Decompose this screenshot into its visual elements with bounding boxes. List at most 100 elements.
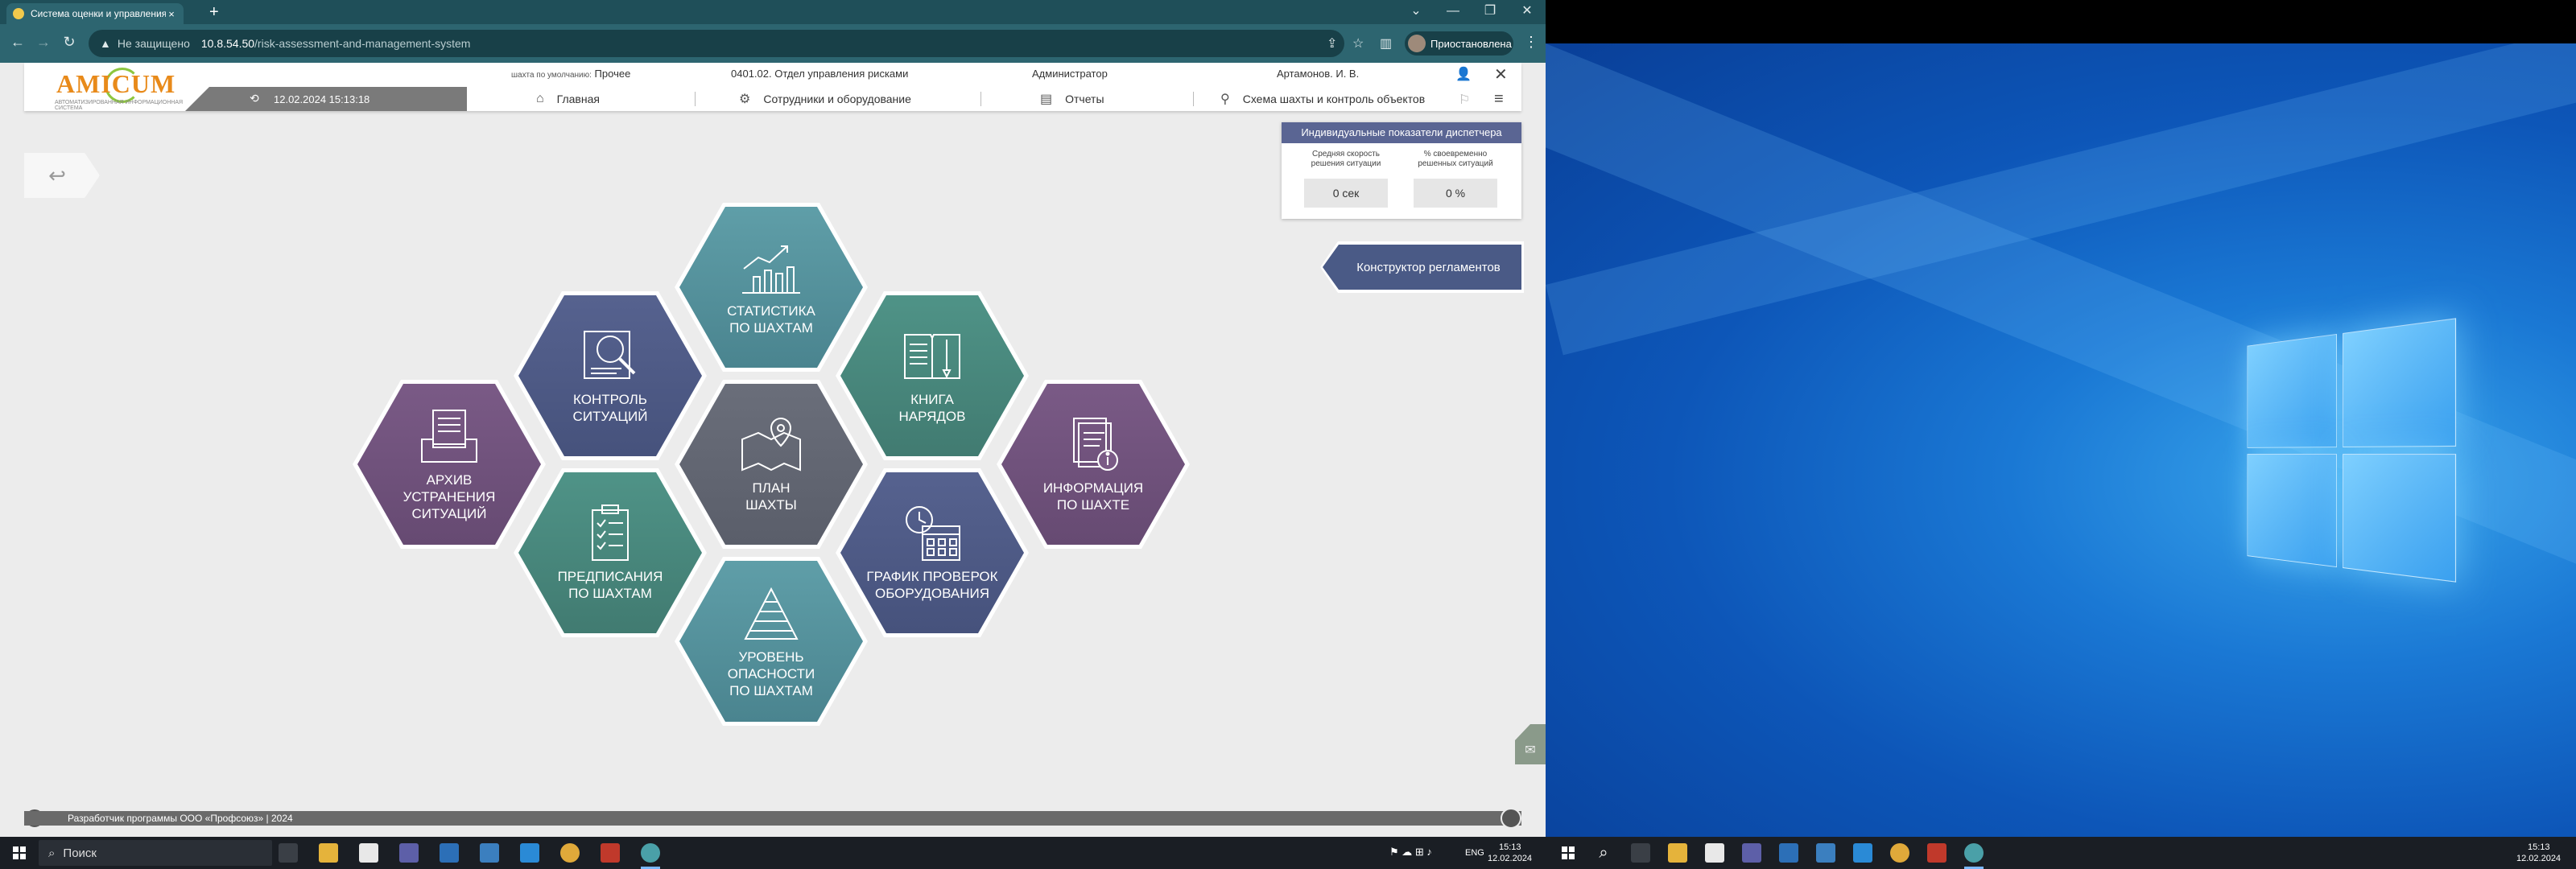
- tab-title: Система оценки и управления: [31, 8, 166, 19]
- hex-plan[interactable]: ПЛАН ШАХТЫ: [675, 380, 868, 549]
- hex-book[interactable]: КНИГА НАРЯДОВ: [836, 291, 1029, 460]
- magnifier-document-icon: [584, 331, 636, 379]
- url-host: 10.8.54.50: [200, 37, 255, 50]
- menu-reports[interactable]: ▤ Отчеты: [1040, 87, 1104, 111]
- clock-time[interactable]: 15:13: [1499, 842, 1521, 853]
- hex-archive[interactable]: АРХИВ УСТРАНЕНИЯ СИТУАЦИЙ: [353, 380, 546, 549]
- save-app-icon[interactable]: [399, 843, 419, 863]
- avg-speed-value: 0 сек: [1304, 179, 1388, 208]
- tab-close-icon[interactable]: ×: [166, 8, 177, 20]
- new-tab-button[interactable]: +: [209, 4, 219, 20]
- notepad-icon[interactable]: [1705, 843, 1724, 863]
- person-pin-icon: ⚲: [1220, 93, 1230, 106]
- app-icon[interactable]: [440, 843, 459, 863]
- search-icon[interactable]: ⌕: [1594, 843, 1613, 863]
- hex-archive-label: АРХИВ УСТРАНЕНИЯ СИТУАЦИЙ: [402, 472, 496, 521]
- desktop-wallpaper: [1546, 43, 2576, 837]
- datetime-bar: ⟲ 12.02.2024 15:13:18: [185, 87, 467, 111]
- back-button[interactable]: ↩: [24, 153, 100, 198]
- notepad-icon[interactable]: [359, 843, 378, 863]
- chrome-active-icon[interactable]: [1964, 843, 1984, 863]
- forward-arrow-icon[interactable]: →: [34, 34, 53, 51]
- vscode-icon[interactable]: [1853, 843, 1872, 863]
- app-icon[interactable]: [1816, 843, 1835, 863]
- hex-statistics[interactable]: СТАТИСТИКА ПО ШАХТАМ: [675, 203, 868, 372]
- hex-schedule-label: ГРАФИК ПРОВЕРОК ОБОРУДОВАНИЯ: [866, 569, 998, 601]
- constructor-button[interactable]: Конструктор регламентов: [1323, 245, 1521, 290]
- app-icon[interactable]: [1779, 843, 1798, 863]
- menu-employees[interactable]: ⚙ Сотрудники и оборудование: [739, 87, 911, 111]
- divider: [980, 92, 981, 106]
- divider: [695, 92, 696, 106]
- hex-danger[interactable]: УРОВЕНЬ ОПАСНОСТИ ПО ШАХТАМ: [675, 557, 868, 726]
- sidepanel-icon[interactable]: ▥: [1380, 35, 1392, 51]
- clock-date[interactable]: 12.02.2024: [2516, 853, 2561, 864]
- language-indicator[interactable]: ENG: [1465, 847, 1484, 859]
- file-explorer-icon[interactable]: [319, 843, 338, 863]
- menu-home-label: Главная: [556, 93, 600, 105]
- user-icon[interactable]: 👤: [1455, 66, 1472, 82]
- app-icon[interactable]: [601, 843, 620, 863]
- vscode-icon[interactable]: [520, 843, 539, 863]
- menu-scheme[interactable]: ⚲ Схема шахты и контроль объектов: [1220, 87, 1425, 111]
- url-bar[interactable]: ▲ Не защищено 10.8.54.50/risk-assessment…: [89, 30, 1344, 57]
- hex-plan-label: ПЛАН ШАХТЫ: [745, 480, 797, 513]
- browser-menu-icon[interactable]: ⋮: [1524, 34, 1538, 51]
- pin-icon[interactable]: ⚐: [1459, 92, 1470, 108]
- security-label: Не защищено: [117, 37, 190, 50]
- chrome-icon[interactable]: [1890, 843, 1909, 863]
- clock-date[interactable]: 12.02.2024: [1488, 853, 1532, 864]
- logo-text: AMICUM: [56, 69, 176, 98]
- hex-control[interactable]: КОНТРОЛЬ СИТУАЦИЙ: [514, 291, 707, 460]
- logo[interactable]: AMICUM АВТОМАТИЗИРОВАННАЯ ИНФОРМАЦИОННАЯ…: [24, 63, 209, 111]
- browser-tab[interactable]: Система оценки и управления ×: [6, 3, 184, 24]
- hex-statistics-label: СТАТИСТИКА ПО ШАХТАМ: [727, 303, 815, 336]
- menu-home[interactable]: ⌂ Главная: [536, 87, 600, 111]
- default-mine-value: Прочее: [594, 68, 631, 80]
- app-icon[interactable]: [1927, 843, 1946, 863]
- avatar: [1408, 35, 1426, 52]
- windows-logo: [2247, 317, 2463, 591]
- default-mine[interactable]: шахта по умолчанию: Прочее: [511, 68, 630, 80]
- taskbar-search[interactable]: ⌕ Поиск: [39, 840, 272, 866]
- hex-info[interactable]: ИНФОРМАЦИЯ ПО ШАХТЕ: [997, 380, 1190, 549]
- close-icon[interactable]: ✕: [1494, 64, 1508, 84]
- people-equipment-icon: ⚙: [739, 93, 751, 106]
- file-explorer-icon[interactable]: [1668, 843, 1687, 863]
- chrome-active-icon[interactable]: [641, 843, 660, 863]
- profile-button[interactable]: Приостановлена: [1405, 31, 1513, 56]
- chart-trend-icon: [742, 245, 800, 294]
- browser-tab-strip: Система оценки и управления × + ⌄ — ❐ ✕: [0, 0, 1546, 24]
- star-icon[interactable]: ☆: [1352, 35, 1364, 51]
- favicon-icon: [13, 8, 24, 19]
- close-window-button[interactable]: ✕: [1509, 0, 1546, 24]
- taskbar-left: ⌕ Поиск ⚑ ☁ ⊞ ♪ ENG 15:13 12.02.2024: [0, 837, 1546, 869]
- save-app-icon[interactable]: [1742, 843, 1761, 863]
- tab-search-button[interactable]: ⌄: [1397, 0, 1435, 24]
- tray-icons[interactable]: ⚑ ☁ ⊞ ♪: [1389, 846, 1432, 858]
- restore-button[interactable]: ❐: [1472, 0, 1509, 24]
- menu-scheme-label: Схема шахты и контроль объектов: [1242, 93, 1426, 105]
- reload-icon[interactable]: ↻: [60, 34, 79, 51]
- timely-percent-value: 0 %: [1414, 179, 1497, 208]
- hex-schedule[interactable]: ГРАФИК ПРОВЕРОК ОБОРУДОВАНИЯ: [836, 468, 1029, 637]
- history-icon: ⟲: [250, 92, 259, 105]
- task-view-icon[interactable]: [279, 843, 298, 863]
- clock-time[interactable]: 15:13: [2528, 842, 2550, 853]
- app-icon[interactable]: [480, 843, 499, 863]
- hex-orders[interactable]: ПРЕДПИСАНИЯ ПО ШАХТАМ: [514, 468, 707, 637]
- pyramid-icon: [744, 587, 799, 640]
- menu-employees-label: Сотрудники и оборудование: [763, 93, 911, 105]
- chrome-icon[interactable]: [560, 843, 580, 863]
- minimize-button[interactable]: —: [1435, 0, 1472, 24]
- mail-button[interactable]: ✉: [1515, 724, 1546, 764]
- windows-start-icon[interactable]: [13, 846, 26, 859]
- back-arrow-icon[interactable]: ←: [8, 34, 27, 51]
- hamburger-menu-icon[interactable]: ≡: [1494, 90, 1504, 109]
- dispatcher-card: Индивидуальные показатели диспетчера Сре…: [1282, 122, 1521, 219]
- share-icon[interactable]: ⇪: [1327, 35, 1337, 51]
- right-monitor: ⌕ 15:13 12.02.2024: [1546, 0, 2576, 869]
- task-view-icon[interactable]: [1631, 843, 1650, 863]
- windows-start-icon[interactable]: [1562, 846, 1575, 859]
- app-header: AMICUM АВТОМАТИЗИРОВАННАЯ ИНФОРМАЦИОННАЯ…: [24, 63, 1521, 111]
